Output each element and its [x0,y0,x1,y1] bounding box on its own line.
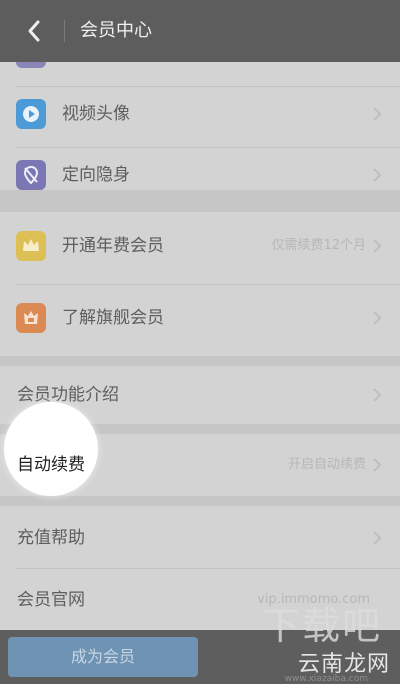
divider [16,568,400,569]
menu-item-label: 会员功能介绍 [17,385,119,405]
video-play-icon [16,99,46,129]
chevron-right-icon [373,458,382,472]
menu-item-hint: 开启自动续费 [287,457,366,472]
chevron-right-icon [373,168,382,182]
menu-item-video-avatar[interactable]: 视频头像 [0,92,400,136]
chevron-right-icon [373,388,382,402]
menu-item-label: 定向隐身 [62,165,130,185]
auto-renew-label[interactable]: 自动续费 [17,453,85,477]
crown-icon [16,231,46,261]
menu-item-annual-vip[interactable]: 开通年费会员 仅需续费12个月 [0,224,400,268]
chevron-right-icon [373,311,382,325]
location-hidden-icon [16,160,46,190]
menu-item-label: 开通年费会员 [62,236,164,256]
top-nav-bar: 会员中心 [0,0,400,62]
menu-item-label: 会员官网 [17,590,85,610]
page-title: 会员中心 [80,20,152,41]
menu-item-flagship-vip[interactable]: 了解旗舰会员 [0,296,400,340]
back-button[interactable] [20,16,50,46]
chevron-right-icon [373,239,382,253]
flagship-crown-icon [16,303,46,333]
partial-icon [16,62,46,68]
spotlight-highlight [4,402,98,496]
chevron-right-icon [373,107,382,121]
menu-group-features: 视频头像 定向隐身 [0,62,400,190]
back-arrow-icon [28,20,40,42]
menu-item-hint: 仅需续费12个月 [271,238,366,253]
header-divider [64,20,65,42]
menu-item-directional-stealth[interactable]: 定向隐身 [0,153,400,197]
watermark-url: www.xiazaiba.com [284,674,368,684]
menu-item-label: 充值帮助 [17,528,85,548]
divider [16,86,400,87]
become-member-button[interactable]: 成为会员 [8,637,198,677]
chevron-right-icon [373,531,382,545]
menu-item-label: 视频头像 [62,104,130,124]
divider [16,284,400,285]
menu-item-recharge-help[interactable]: 充值帮助 [0,516,400,560]
content-scroll[interactable]: 视频头像 定向隐身 开通年费会员 仅需续费12个月 了解旗舰会员 会员功能介绍 … [0,62,400,630]
menu-group-membership: 开通年费会员 仅需续费12个月 了解旗舰会员 [0,212,400,356]
menu-item-label: 了解旗舰会员 [62,308,164,328]
watermark-download: 下载吧 [261,604,382,648]
divider [16,147,400,148]
